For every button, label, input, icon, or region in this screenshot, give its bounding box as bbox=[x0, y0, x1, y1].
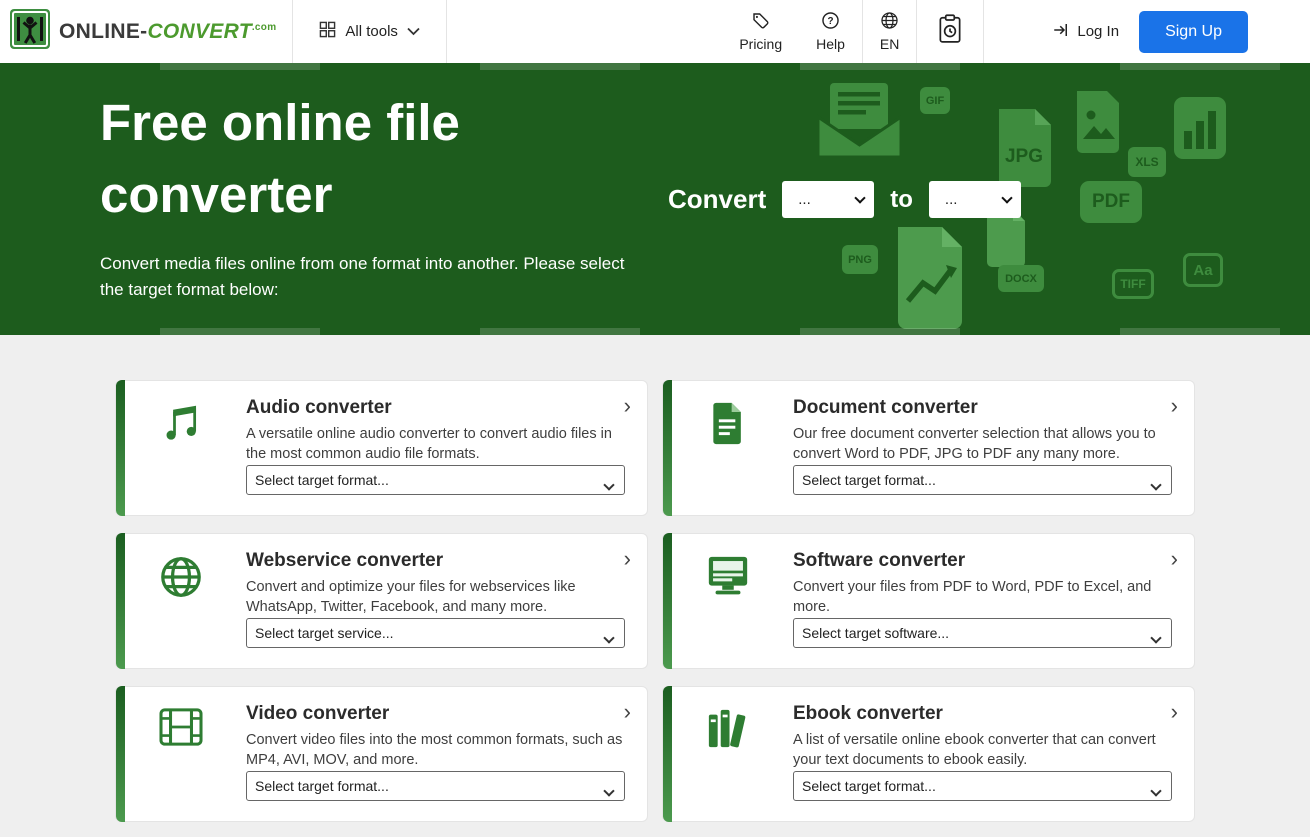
chevron-down-icon bbox=[407, 23, 420, 40]
login-arrow-icon bbox=[1052, 21, 1070, 43]
clipboard-icon bbox=[937, 14, 963, 49]
main-content: Audio converter A versatile online audio… bbox=[0, 335, 1310, 822]
question-mark-icon: ? bbox=[821, 11, 840, 33]
page-title: Free online file converter bbox=[100, 94, 460, 224]
line-chart-file-icon bbox=[890, 227, 970, 329]
all-tools-label: All tools bbox=[345, 23, 398, 40]
audio-target-format-select[interactable]: Select target format... bbox=[246, 464, 625, 495]
image-file-icon bbox=[1072, 91, 1124, 153]
document-target-format-select[interactable]: Select target format... bbox=[793, 464, 1172, 495]
card-description: Convert video files into the most common… bbox=[246, 732, 623, 769]
card-title: Audio converter bbox=[246, 397, 392, 418]
card-description: Convert your files from PDF to Word, PDF… bbox=[793, 579, 1152, 616]
globe-icon bbox=[116, 550, 246, 652]
header-right: Pricing ? Help EN Log In Sign Up bbox=[722, 0, 1310, 63]
card-audio-converter: Audio converter A versatile online audio… bbox=[115, 380, 648, 516]
help-link[interactable]: ? Help bbox=[799, 0, 862, 63]
quick-convert-controls: Convert ... to ... bbox=[668, 181, 1021, 218]
grid-icon bbox=[319, 21, 336, 42]
page-subtitle: Convert media files online from one form… bbox=[100, 254, 625, 299]
svg-text:JPG: JPG bbox=[1005, 146, 1043, 167]
card-webservice-converter: Webservice converter Convert and optimiz… bbox=[115, 533, 648, 669]
card-description: Convert and optimize your files for webs… bbox=[246, 579, 576, 616]
convert-target-select[interactable]: ... bbox=[928, 181, 1021, 218]
brand-logo[interactable]: ONLINE-CONVERT.com bbox=[10, 9, 292, 54]
help-label: Help bbox=[816, 36, 845, 52]
brand-logo-text: ONLINE-CONVERT.com bbox=[59, 19, 277, 43]
card-title: Video converter bbox=[246, 703, 390, 724]
ebook-target-format-select[interactable]: Select target format... bbox=[793, 770, 1172, 801]
signup-button[interactable]: Sign Up bbox=[1139, 10, 1248, 53]
price-tag-icon bbox=[751, 11, 770, 33]
card-arrow-link[interactable]: › bbox=[624, 701, 631, 723]
pdf-badge-icon: PDF bbox=[1080, 181, 1142, 223]
to-label: to bbox=[890, 185, 913, 213]
card-title: Webservice converter bbox=[246, 550, 444, 571]
monitor-icon bbox=[663, 550, 793, 652]
tiff-badge-icon: TIFF bbox=[1112, 269, 1154, 299]
card-document-converter: Document converter Our free document con… bbox=[662, 380, 1195, 516]
card-arrow-link[interactable]: › bbox=[1171, 548, 1178, 570]
globe-icon bbox=[880, 11, 899, 33]
brand-logo-icon bbox=[10, 9, 50, 54]
gif-badge-icon: GIF bbox=[920, 87, 950, 114]
card-description: Our free document converter selection th… bbox=[793, 426, 1156, 463]
docx-badge-icon: DOCX bbox=[998, 265, 1044, 292]
divider bbox=[983, 0, 985, 63]
software-target-select[interactable]: Select target software... bbox=[793, 617, 1172, 648]
png-badge-icon: PNG bbox=[842, 245, 878, 274]
conversion-history-button[interactable] bbox=[917, 0, 983, 63]
pricing-label: Pricing bbox=[739, 36, 783, 52]
card-arrow-link[interactable]: › bbox=[1171, 701, 1178, 723]
xls-badge-icon: XLS bbox=[1128, 147, 1166, 177]
all-tools-menu[interactable]: All tools bbox=[293, 0, 446, 63]
music-note-icon bbox=[116, 397, 246, 499]
card-software-converter: Software converter Convert your files fr… bbox=[662, 533, 1195, 669]
login-link[interactable]: Log In bbox=[1032, 21, 1139, 43]
email-file-icon bbox=[812, 79, 907, 161]
card-arrow-link[interactable]: › bbox=[624, 395, 631, 417]
convert-label: Convert bbox=[668, 184, 767, 214]
jpg-file-icon: JPG bbox=[993, 109, 1057, 187]
bar-chart-file-icon bbox=[1172, 95, 1228, 161]
document-icon bbox=[663, 397, 793, 499]
card-description: A list of versatile online ebook convert… bbox=[793, 732, 1156, 769]
video-target-format-select[interactable]: Select target format... bbox=[246, 770, 625, 801]
card-arrow-link[interactable]: › bbox=[1171, 395, 1178, 417]
hero-banner: GIF JPG XLS PDF PNG DOCX TIFF Aa Free on… bbox=[0, 63, 1310, 335]
login-label: Log In bbox=[1077, 23, 1120, 40]
pricing-link[interactable]: Pricing bbox=[722, 0, 799, 63]
language-selector[interactable]: EN bbox=[863, 0, 916, 63]
card-title: Software converter bbox=[793, 550, 966, 571]
card-title: Ebook converter bbox=[793, 703, 943, 724]
divider bbox=[445, 0, 447, 63]
svg-text:?: ? bbox=[827, 16, 833, 27]
card-description: A versatile online audio converter to co… bbox=[246, 426, 612, 463]
webservice-target-select[interactable]: Select target service... bbox=[246, 617, 625, 648]
card-arrow-link[interactable]: › bbox=[624, 548, 631, 570]
aa-badge-icon: Aa bbox=[1183, 253, 1223, 287]
card-video-converter: Video converter Convert video files into… bbox=[115, 686, 648, 822]
convert-source-select[interactable]: ... bbox=[782, 181, 875, 218]
converter-cards-grid: Audio converter A versatile online audio… bbox=[115, 380, 1195, 822]
film-icon bbox=[116, 703, 246, 805]
books-icon bbox=[663, 703, 793, 805]
card-ebook-converter: Ebook converter A list of versatile onli… bbox=[662, 686, 1195, 822]
header: ONLINE-CONVERT.com All tools Pricing ? H… bbox=[0, 0, 1310, 63]
card-title: Document converter bbox=[793, 397, 978, 418]
language-label: EN bbox=[879, 36, 900, 52]
